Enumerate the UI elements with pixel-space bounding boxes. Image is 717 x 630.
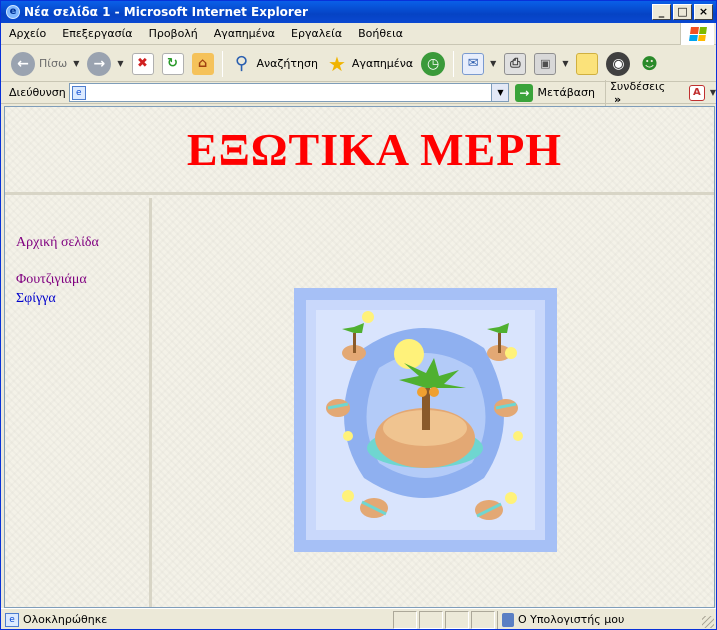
menu-edit[interactable]: Επεξεργασία: [54, 27, 140, 40]
forward-dropdown-icon[interactable]: ▼: [117, 59, 123, 68]
status-panel: [471, 610, 495, 629]
history-icon: ◷: [421, 51, 446, 76]
back-button[interactable]: ← Πίσω ▼: [7, 49, 83, 79]
home-button[interactable]: ⌂: [188, 49, 218, 79]
minimize-button[interactable]: _: [652, 4, 671, 20]
nav-link-fujiyama[interactable]: Φουτζιγιάμα: [16, 272, 87, 288]
zone-text: Ο Υπολογιστής μου: [518, 613, 625, 626]
refresh-button[interactable]: ↻: [158, 49, 188, 79]
acrobat-icon: A: [688, 84, 705, 101]
stop-icon: ✖: [131, 52, 154, 75]
menu-help[interactable]: Βοήθεια: [350, 27, 411, 40]
banner-frame: ΕΞΩΤΙΚΑ ΜΕΡΗ: [5, 107, 714, 195]
computer-zone-icon: [502, 612, 514, 627]
home-icon: ⌂: [191, 52, 214, 75]
close-button[interactable]: ×: [694, 4, 713, 20]
page-icon: e: [71, 85, 86, 100]
status-panel: [393, 610, 417, 629]
status-panel: [445, 610, 469, 629]
menu-tools[interactable]: Εργαλεία: [283, 27, 350, 40]
pdf-dropdown-icon[interactable]: ▼: [710, 88, 716, 97]
menu-view[interactable]: Προβολή: [141, 27, 206, 40]
discuss-button[interactable]: [572, 49, 602, 79]
mail-button[interactable]: ✉ ▼: [458, 49, 500, 79]
messenger-button[interactable]: ☻: [634, 49, 664, 79]
back-label: Πίσω: [39, 57, 68, 70]
toolbar-separator: [453, 50, 455, 77]
resize-grip-icon[interactable]: [702, 616, 714, 628]
links-label: Συνδέσεις: [609, 79, 666, 93]
status-main: e Ολοκληρώθηκε: [1, 611, 393, 629]
go-button[interactable]: → Μετάβαση: [515, 83, 595, 102]
edit-dropdown-icon[interactable]: ▼: [562, 59, 568, 68]
pdf-button[interactable]: A ▼: [688, 84, 716, 101]
address-dropdown-icon[interactable]: ▼: [491, 84, 509, 101]
windows-logo-icon: [680, 23, 714, 45]
favorites-label: Αγαπημένα: [351, 57, 414, 70]
mail-icon: ✉: [462, 52, 485, 75]
research-icon: ◉: [606, 51, 631, 76]
window-title: Νέα σελίδα 1 - Microsoft Internet Explor…: [24, 5, 308, 19]
search-label: Αναζήτηση: [256, 57, 318, 70]
island-clipart-image: [294, 288, 557, 552]
address-bar: Διεύθυνση e ▼ → Μετάβαση Συνδέσεις » A ▼: [1, 79, 716, 106]
menu-file[interactable]: Αρχείο: [1, 27, 54, 40]
research-button[interactable]: ◉: [602, 49, 634, 79]
edit-icon: ▣: [534, 52, 557, 75]
nav-link-home[interactable]: Αρχική σελίδα: [16, 235, 99, 251]
mail-dropdown-icon[interactable]: ▼: [490, 59, 496, 68]
messenger-icon: ☻: [641, 54, 658, 73]
search-icon: ⚲: [234, 53, 249, 74]
menu-bar: Αρχείο Επεξεργασία Προβολή Αγαπημένα Εργ…: [1, 23, 716, 45]
edit-button[interactable]: ▣ ▼: [530, 49, 572, 79]
refresh-icon: ↻: [161, 52, 184, 75]
address-input[interactable]: e ▼: [68, 83, 510, 102]
search-button[interactable]: ⚲ Αναζήτηση: [227, 49, 322, 79]
forward-icon: →: [87, 51, 112, 76]
maximize-button[interactable]: □: [673, 4, 692, 20]
page-title: ΕΞΩΤΙΚΑ ΜΕΡΗ: [186, 124, 563, 175]
back-icon: ←: [11, 51, 35, 76]
nav-link-sphinx[interactable]: Σφίγγα: [16, 291, 56, 307]
page-content: ΕΞΩΤΙΚΑ ΜΕΡΗ Αρχική σελίδα Φουτζιγιάμα Σ…: [4, 106, 715, 608]
ie-logo-icon: e: [6, 5, 20, 19]
favorites-button[interactable]: ★ Αγαπημένα: [322, 49, 417, 79]
navigation-frame: Αρχική σελίδα Φουτζιγιάμα Σφίγγα: [5, 198, 152, 607]
back-dropdown-icon[interactable]: ▼: [73, 59, 79, 68]
stop-button[interactable]: ✖: [128, 49, 158, 79]
menu-favorites[interactable]: Αγαπημένα: [206, 27, 283, 40]
links-button[interactable]: Συνδέσεις »: [604, 79, 679, 106]
go-label: Μετάβαση: [537, 86, 595, 99]
standard-toolbar: ← Πίσω ▼ → ▼ ✖ ↻ ⌂ ⚲ Αναζήτηση ★ Αγαπημέ…: [1, 46, 716, 82]
print-button[interactable]: ⎙: [500, 49, 530, 79]
history-button[interactable]: ◷: [417, 49, 449, 79]
print-icon: ⎙: [504, 52, 527, 75]
browser-window: e Νέα σελίδα 1 - Microsoft Internet Expl…: [0, 0, 717, 630]
page-done-icon: e: [5, 612, 19, 627]
address-label: Διεύθυνση: [9, 86, 66, 99]
links-chevron-icon[interactable]: »: [614, 93, 621, 106]
status-bar: e Ολοκληρώθηκε Ο Υπολογιστής μου: [1, 608, 716, 630]
title-bar[interactable]: e Νέα σελίδα 1 - Microsoft Internet Expl…: [1, 1, 716, 23]
favorites-icon: ★: [327, 51, 346, 76]
security-zone: Ο Υπολογιστής μου: [497, 610, 677, 629]
status-panel: [419, 610, 443, 629]
status-text: Ολοκληρώθηκε: [23, 613, 108, 626]
discuss-icon: [576, 52, 599, 75]
toolbar-separator: [221, 50, 223, 77]
forward-button[interactable]: → ▼: [83, 49, 127, 79]
go-arrow-icon: →: [515, 83, 534, 102]
main-frame: [155, 198, 714, 607]
